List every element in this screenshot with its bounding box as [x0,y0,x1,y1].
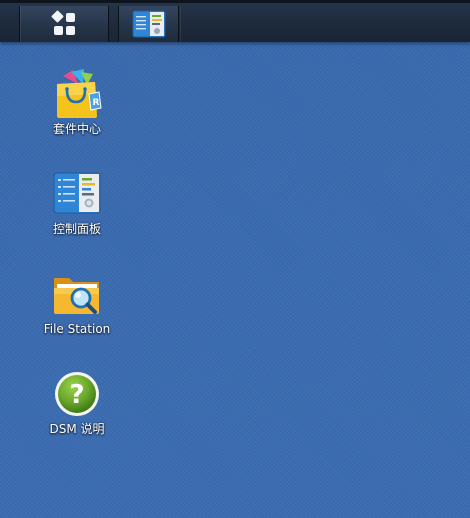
taskbar [0,0,470,42]
desktop-icon-label: DSM 说明 [49,422,105,436]
taskbar-control-panel-button[interactable] [118,6,179,42]
control-panel-icon [51,168,103,220]
main-menu-button[interactable] [20,6,109,42]
desktop-icon-file-station[interactable]: File Station [29,268,125,337]
file-station-icon [51,268,103,320]
desktop-icon-control-panel[interactable]: 控制面板 [29,168,125,237]
taskbar-divider [180,6,181,42]
taskbar-left-edge [0,6,20,42]
svg-text:R: R [93,98,100,108]
desktop-icon-label: 控制面板 [52,222,101,236]
help-icon: ? [51,368,103,420]
svg-text:?: ? [69,380,84,410]
desktop-icon-package-center[interactable]: R 套件中心 [29,68,125,137]
control-panel-icon [132,10,165,38]
main-menu-icon [50,10,78,37]
package-center-icon: R [51,68,103,120]
desktop-icon-label: 套件中心 [52,122,101,136]
desktop-icon-dsm-help[interactable]: ? DSM 说明 [29,368,125,437]
taskbar-separator [110,6,117,42]
desktop-icon-label: File Station [43,322,111,336]
